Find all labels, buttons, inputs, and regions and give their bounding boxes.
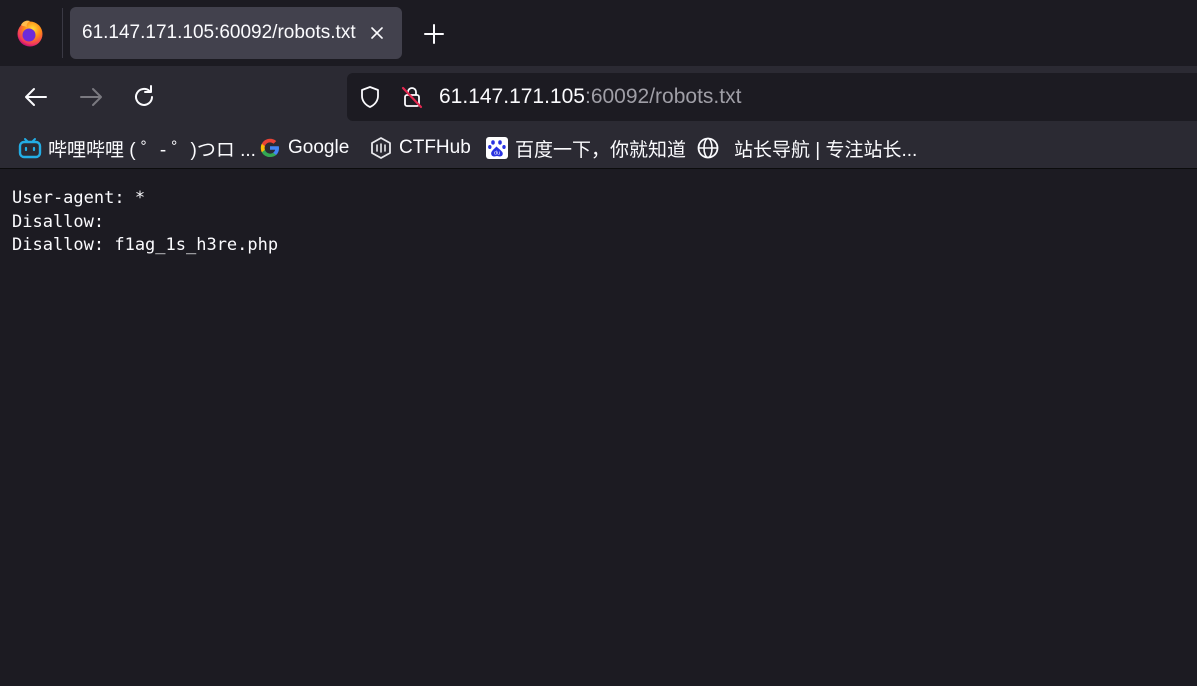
bookmark-label: 站长导航 | 专注站长... [734,139,918,161]
tab-robots-txt[interactable]: 61.147.171.105:60092/robots.txt [70,7,402,59]
url-text[interactable]: 61.147.171.105:60092/robots.txt [439,73,741,121]
text-line: Disallow: [12,211,105,232]
bookmark-label: 哔哩哔哩 ( ゜- ゜)つロ ... [48,139,256,161]
baidu-icon: du [486,137,508,159]
insecure-lock-icon[interactable] [399,84,425,110]
tab-strip: 61.147.171.105:60092/robots.txt [0,0,1197,66]
text-line: User-agent: * [12,188,146,208]
robots-txt-content: User-agent: * Disallow: Disallow: f1ag_1… [12,187,278,258]
bookmark-zhanzhang[interactable]: 站长导航 | 专注站长... [696,128,917,168]
bookmark-label: 百度一下，你就知道 [515,139,687,161]
bookmark-label: Google [288,137,350,158]
svg-text:du: du [494,151,500,157]
url-path: :60092/robots.txt [584,85,742,108]
url-host: 61.147.171.105 [439,85,585,108]
globe-icon [697,137,719,159]
bookmarks-bar: 哔哩哔哩 ( ゜- ゜)つロ ... Google CTFHub du 百度一下… [0,128,1197,169]
bookmark-bilibili[interactable]: 哔哩哔哩 ( ゜- ゜)つロ ... [18,128,256,168]
firefox-logo-icon[interactable] [14,17,46,49]
bookmark-baidu[interactable]: du 百度一下，你就知道 [485,128,686,168]
bookmark-ctfhub[interactable]: CTFHub [369,128,471,168]
browser-window: 61.147.171.105:60092/robots.txt 61.147.1… [0,0,1197,686]
google-icon [260,138,279,157]
close-icon[interactable] [367,23,387,43]
nav-bar: 61.147.171.105:60092/robots.txt [0,66,1197,128]
ctfhub-icon [371,137,391,159]
arrow-left-icon[interactable] [21,82,51,112]
tab-separator [62,8,63,58]
page-content: User-agent: * Disallow: Disallow: f1ag_1… [0,169,1197,686]
reload-icon[interactable] [129,82,159,112]
arrow-right-icon[interactable] [76,82,106,112]
shield-icon[interactable] [357,84,383,110]
text-line: Disallow: f1ag_1s_h3re.php [12,235,279,255]
tab-title: 61.147.171.105:60092/robots.txt [82,22,356,43]
url-bar[interactable]: 61.147.171.105:60092/robots.txt [347,73,1197,121]
bilibili-icon [18,138,42,159]
bookmark-google[interactable]: Google [258,128,349,168]
bookmark-label: CTFHub [399,137,471,158]
plus-icon[interactable] [420,20,448,48]
